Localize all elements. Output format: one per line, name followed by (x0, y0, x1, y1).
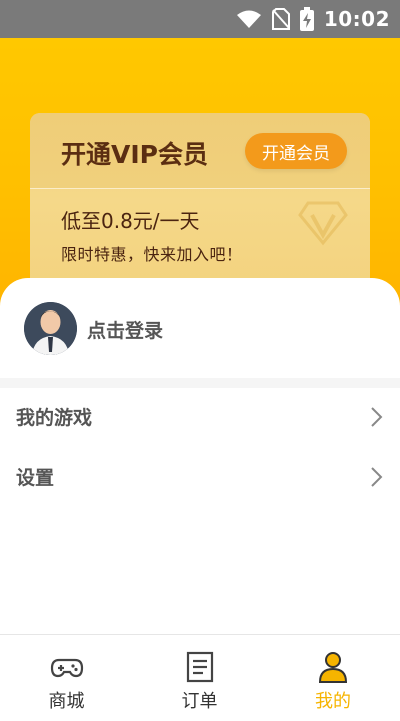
menu-item-label: 我的游戏 (16, 407, 93, 429)
order-list-icon (186, 651, 213, 683)
vip-title: 开通VIP会员 (61, 140, 208, 169)
tab-mine[interactable]: 我的 (266, 635, 400, 721)
menu-item-my-games[interactable]: 我的游戏 (0, 388, 400, 446)
vip-card[interactable]: 开通VIP会员 开通会员 低至0.8元/一天 限时特惠，快来加入吧！ (30, 113, 370, 288)
profile-content: 点击登录 我的游戏 设置 (0, 278, 400, 634)
gamepad-icon (50, 658, 83, 678)
menu-item-label: 设置 (16, 467, 55, 489)
login-prompt[interactable]: 点击登录 (87, 316, 163, 343)
tab-label: 订单 (181, 691, 218, 712)
bottom-tab-bar: 商城 订单 我的 (0, 634, 400, 721)
user-avatar-icon (24, 302, 77, 355)
battery-charging-icon (299, 7, 314, 31)
tab-label: 我的 (315, 691, 351, 712)
status-bar: 10:02 (0, 0, 400, 38)
section-divider (0, 378, 400, 388)
menu-item-settings[interactable]: 设置 (0, 448, 400, 506)
tab-label: 商城 (48, 691, 85, 712)
login-row[interactable]: 点击登录 (0, 278, 400, 378)
tab-mall[interactable]: 商城 (0, 635, 133, 721)
wifi-icon (236, 10, 261, 28)
open-vip-button[interactable]: 开通会员 (245, 133, 347, 169)
vip-price-text: 低至0.8元/一天 (61, 209, 200, 233)
status-icons: 10:02 (236, 0, 390, 38)
no-sim-icon (271, 8, 290, 30)
status-time: 10:02 (323, 7, 390, 31)
tab-orders[interactable]: 订单 (133, 635, 266, 721)
vip-promo-text: 限时特惠，快来加入吧！ (61, 245, 243, 264)
chevron-right-icon (371, 407, 383, 427)
chevron-right-icon (371, 467, 383, 487)
vip-divider (30, 188, 370, 189)
person-icon (318, 652, 348, 683)
diamond-icon (298, 201, 348, 246)
